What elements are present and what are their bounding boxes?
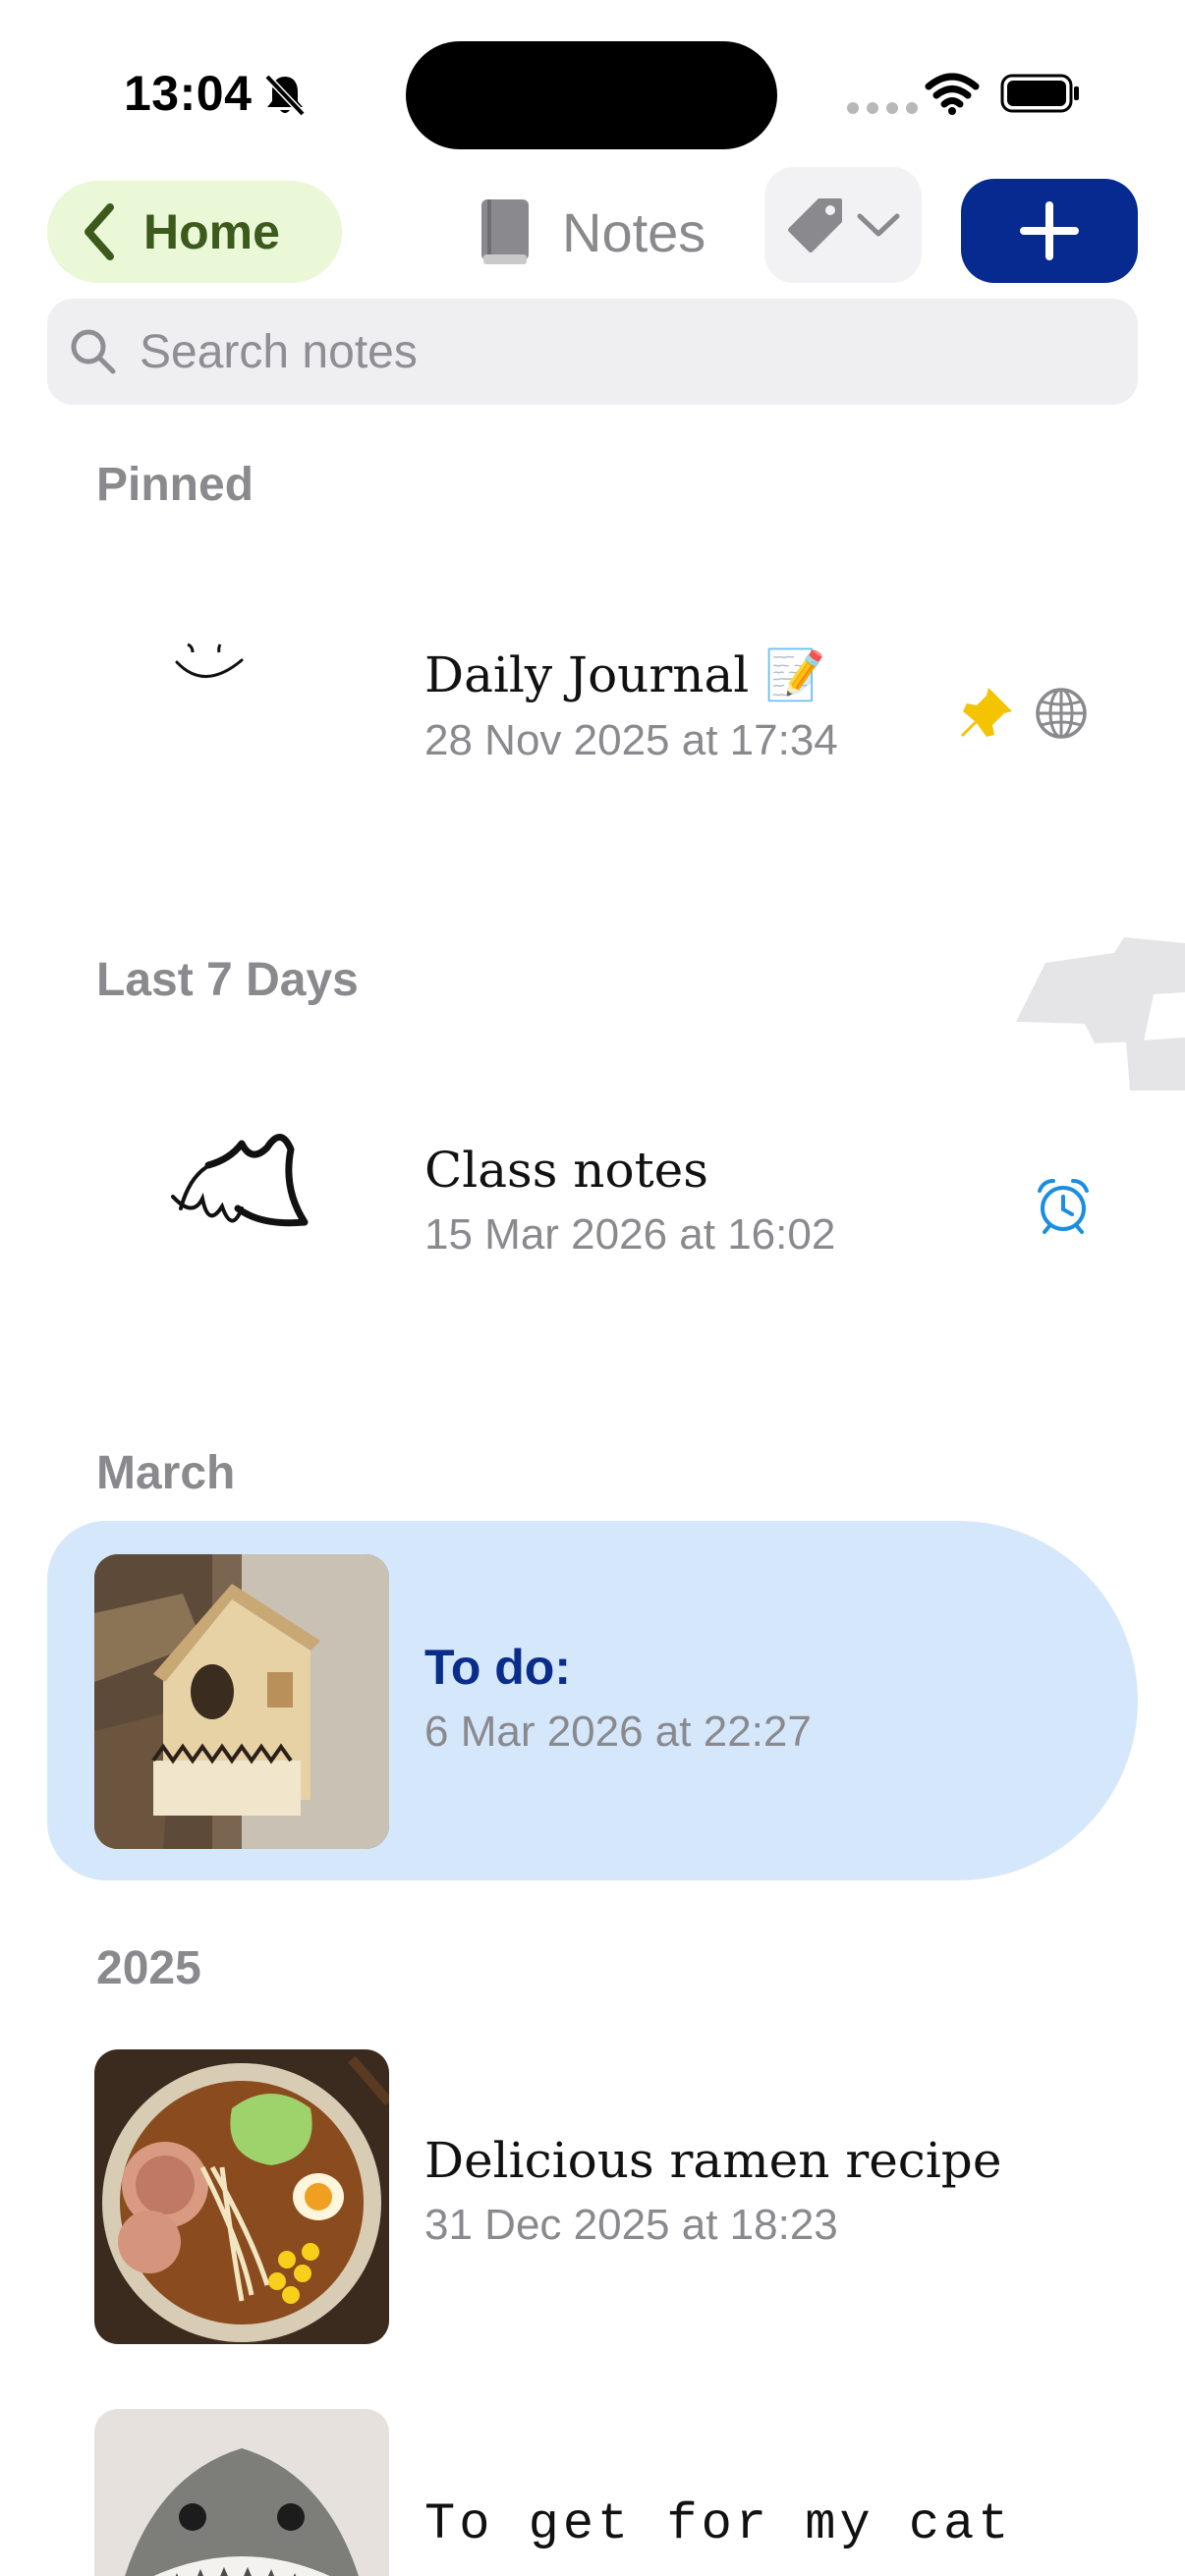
add-note-button[interactable]	[961, 179, 1138, 283]
chevron-left-icon	[85, 203, 114, 260]
globe-icon	[1036, 688, 1087, 739]
page-title: Notes	[478, 195, 705, 269]
note-text: Daily Journal 📝 28 Nov 2025 at 17:34	[424, 646, 838, 765]
note-thumbnail-sketch	[175, 643, 244, 678]
note-row-selected[interactable]: To do: 6 Mar 2026 at 22:27	[47, 1525, 1138, 1849]
note-thumbnail-photo	[94, 1554, 389, 1849]
pin-icon	[961, 688, 1012, 737]
plus-icon	[1020, 201, 1079, 260]
note-text: Delicious ramen recipe 31 Dec 2025 at 18…	[424, 2132, 1001, 2250]
note-date: 28 Nov 2025 at 17:34	[424, 716, 838, 764]
note-row[interactable]: Delicious ramen recipe 31 Dec 2025 at 18…	[47, 2020, 1138, 2344]
note-title: Daily Journal 📝	[424, 646, 826, 703]
note-title: Class notes	[424, 1142, 708, 1199]
note-date: 31 Dec 2025 at 18:23	[424, 2201, 838, 2249]
note-row[interactable]: To get for my cat	[47, 2380, 1138, 2576]
status-bar: 13:04	[0, 0, 1185, 167]
note-row[interactable]: Class notes 15 Mar 2026 at 16:02	[47, 1032, 1138, 1326]
alarm-clock-icon	[1038, 1179, 1089, 1234]
section-header-2025: 2025	[96, 1942, 201, 1994]
back-home-button[interactable]: Home	[47, 181, 342, 283]
wifi-icon	[925, 73, 980, 115]
cellular-signal-icon	[847, 102, 918, 114]
search-input[interactable]	[140, 324, 1024, 379]
note-title: To get for my cat	[424, 2495, 1013, 2553]
note-date: 15 Mar 2026 at 16:02	[424, 1210, 836, 1259]
book-icon	[481, 199, 529, 264]
note-thumbnail-photo	[94, 2049, 389, 2344]
dynamic-island	[406, 41, 777, 149]
search-bar[interactable]	[47, 299, 1138, 405]
note-title: Delicious ramen recipe	[424, 2132, 1002, 2189]
chevron-down-icon	[857, 213, 900, 237]
note-text: Class notes 15 Mar 2026 at 16:02	[424, 1142, 835, 1260]
battery-icon	[1000, 74, 1079, 113]
bell-slash-icon	[264, 74, 306, 117]
tag-filter-button[interactable]	[764, 167, 922, 283]
back-home-label: Home	[143, 204, 280, 259]
note-title: To do:	[424, 1640, 571, 1695]
section-header-march: March	[96, 1447, 236, 1499]
section-header-last-7-days: Last 7 Days	[96, 954, 359, 1006]
page-title-label: Notes	[562, 200, 706, 263]
status-time: 13:04	[124, 66, 253, 121]
note-text: To do: 6 Mar 2026 at 22:27	[424, 1639, 812, 1757]
search-icon	[71, 329, 116, 374]
section-header-pinned: Pinned	[96, 459, 254, 511]
note-thumbnail-photo	[94, 2409, 389, 2576]
note-thumbnail-sketch	[171, 1134, 309, 1227]
tag-icon	[788, 198, 842, 252]
note-text: To get for my cat	[424, 2495, 1013, 2553]
note-date: 6 Mar 2026 at 22:27	[424, 1708, 812, 1756]
